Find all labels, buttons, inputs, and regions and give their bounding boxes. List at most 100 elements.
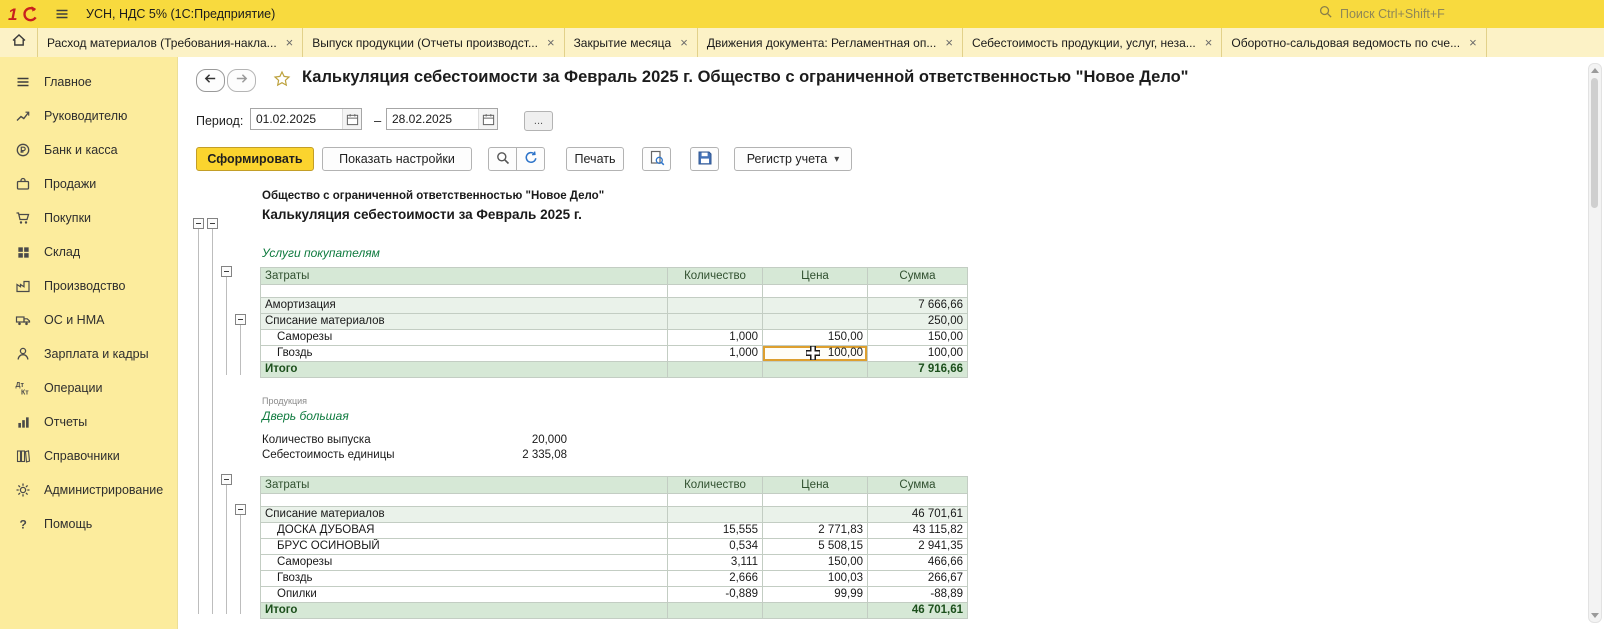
- tab-3[interactable]: Закрытие месяца ×: [565, 28, 698, 57]
- report-row[interactable]: Списание материалов46 701,61: [260, 507, 968, 523]
- tab-1[interactable]: Расход материалов (Требования-накла...×: [38, 28, 303, 57]
- report-row[interactable]: Итого7 916,66: [260, 362, 968, 378]
- row-sum: -88,89: [868, 587, 968, 603]
- main-menu-icon[interactable]: [54, 6, 70, 22]
- collapse-toggle[interactable]: [221, 266, 232, 277]
- tab-close-icon[interactable]: ×: [286, 36, 294, 49]
- report-row[interactable]: ДОСКА ДУБОВАЯ15,5552 771,8343 115,82: [260, 523, 968, 539]
- row-qty: [668, 298, 763, 314]
- tab-close-icon[interactable]: ×: [1469, 36, 1477, 49]
- collapse-toggle[interactable]: [193, 218, 204, 229]
- report-row[interactable]: Списание материалов250,00: [260, 314, 968, 330]
- svg-text:Кт: Кт: [21, 390, 29, 397]
- column-header: Цена: [763, 267, 868, 285]
- report-table-header-row: ЗатратыКоличествоЦенаСумма: [260, 476, 968, 494]
- row-name: Итого: [260, 603, 668, 619]
- global-search[interactable]: [1318, 4, 1492, 24]
- sidebar-item-5[interactable]: Покупки: [0, 201, 177, 235]
- report-row[interactable]: Амортизация7 666,66: [260, 298, 968, 314]
- row-name: Гвоздь: [260, 571, 668, 587]
- period-to-input[interactable]: [387, 112, 478, 126]
- report-row[interactable]: БРУС ОСИНОВЫЙ0,5345 508,152 941,35: [260, 539, 968, 555]
- tab-5[interactable]: Себестоимость продукции, услуг, неза...×: [963, 28, 1222, 57]
- row-sum: 2 941,35: [868, 539, 968, 555]
- sidebar-item-3[interactable]: Банк и касса: [0, 133, 177, 167]
- find-button[interactable]: [488, 147, 517, 171]
- show-settings-button[interactable]: Показать настройки: [322, 147, 472, 171]
- home-tab[interactable]: [0, 28, 38, 57]
- scroll-down-icon[interactable]: [1591, 613, 1599, 618]
- sidebar-item-label: Производство: [44, 279, 126, 293]
- tab-label: Закрытие месяца: [574, 36, 672, 50]
- scroll-up-icon[interactable]: [1591, 68, 1599, 73]
- sidebar-item-13[interactable]: Администрирование: [0, 473, 177, 507]
- period-to-field[interactable]: [386, 108, 498, 130]
- tab-close-icon[interactable]: ×: [1205, 36, 1213, 49]
- calendar-icon[interactable]: [342, 109, 361, 129]
- tab-close-icon[interactable]: ×: [680, 36, 688, 49]
- back-button[interactable]: [196, 69, 225, 92]
- sidebar-item-2[interactable]: Руководителю: [0, 99, 177, 133]
- sidebar-item-label: Руководителю: [44, 109, 127, 123]
- production-icon: [14, 278, 32, 295]
- row-price: 100,03: [763, 571, 868, 587]
- sidebar-item-6[interactable]: Склад: [0, 235, 177, 269]
- sidebar-item-label: Операции: [44, 381, 102, 395]
- report-group-title-services: Услуги покупателям: [262, 246, 1588, 260]
- collapse-toggle[interactable]: [221, 474, 232, 485]
- report-row[interactable]: Гвоздь2,666100,03266,67: [260, 571, 968, 587]
- collapse-toggle[interactable]: [207, 218, 218, 229]
- sidebar-item-11[interactable]: Отчеты: [0, 405, 177, 439]
- report-table-spacer-row: [260, 494, 968, 507]
- print-button[interactable]: Печать: [566, 147, 624, 171]
- report-viewport: Общество с ограниченной ответственностью…: [178, 178, 1588, 629]
- search-input[interactable]: [1338, 6, 1492, 22]
- row-price: 100,00: [763, 346, 868, 362]
- sidebar-item-label: Справочники: [44, 449, 120, 463]
- calendar-icon[interactable]: [478, 109, 497, 129]
- forward-button[interactable]: [227, 69, 256, 92]
- sidebar-item-10[interactable]: ДтКтОперации: [0, 371, 177, 405]
- print-preview-button[interactable]: [642, 147, 671, 171]
- sidebar-item-9[interactable]: Зарплата и кадры: [0, 337, 177, 371]
- report-row[interactable]: Гвоздь1,000100,00100,00: [260, 346, 968, 362]
- warehouse-icon: [14, 244, 32, 261]
- sidebar-item-8[interactable]: ОС и НМА: [0, 303, 177, 337]
- scrollbar-thumb[interactable]: [1591, 78, 1598, 208]
- tab-6[interactable]: Оборотно-сальдовая ведомость по сче...×: [1222, 28, 1486, 57]
- tab-strip: Расход материалов (Требования-накла...×В…: [38, 28, 1487, 57]
- row-price: [763, 603, 868, 619]
- report-row[interactable]: Итого46 701,61: [260, 603, 968, 619]
- period-more-button[interactable]: ...: [524, 111, 553, 131]
- sidebar-item-1[interactable]: Главное: [0, 65, 177, 99]
- save-button[interactable]: [690, 147, 719, 171]
- tab-2[interactable]: Выпуск продукции (Отчеты производст...×: [303, 28, 564, 57]
- row-sum: 100,00: [868, 346, 968, 362]
- sidebar-menu: Главное Руководителю Банк и кассаПродажиПо…: [0, 65, 177, 541]
- tab-close-icon[interactable]: ×: [547, 36, 555, 49]
- row-qty: 2,666: [668, 571, 763, 587]
- report-row[interactable]: Опилки-0,88999,99-88,89: [260, 587, 968, 603]
- sidebar-item-7[interactable]: Производство: [0, 269, 177, 303]
- favorite-star-icon[interactable]: [273, 70, 291, 88]
- preview-icon: [649, 150, 665, 169]
- refresh-button[interactable]: [516, 147, 545, 171]
- tab-close-icon[interactable]: ×: [945, 36, 953, 49]
- collapse-toggle[interactable]: [235, 504, 246, 515]
- period-from-field[interactable]: [250, 108, 362, 130]
- period-from-input[interactable]: [251, 112, 342, 126]
- register-dropdown-button[interactable]: Регистр учета ▾: [734, 147, 852, 171]
- bank-icon: [14, 142, 32, 159]
- generate-button[interactable]: Сформировать: [196, 147, 314, 171]
- sidebar-item-14[interactable]: ?Помощь: [0, 507, 177, 541]
- vertical-scrollbar[interactable]: [1588, 63, 1602, 623]
- row-sum: 43 115,82: [868, 523, 968, 539]
- tab-4[interactable]: Движения документа: Регламентная оп...×: [698, 28, 963, 57]
- report-row[interactable]: Саморезы1,000150,00150,00: [260, 330, 968, 346]
- sidebar-item-4[interactable]: Продажи: [0, 167, 177, 201]
- row-sum: 150,00: [868, 330, 968, 346]
- sidebar-item-12[interactable]: Справочники: [0, 439, 177, 473]
- report-row[interactable]: Саморезы3,111150,00466,66: [260, 555, 968, 571]
- row-price: 99,99: [763, 587, 868, 603]
- collapse-toggle[interactable]: [235, 314, 246, 325]
